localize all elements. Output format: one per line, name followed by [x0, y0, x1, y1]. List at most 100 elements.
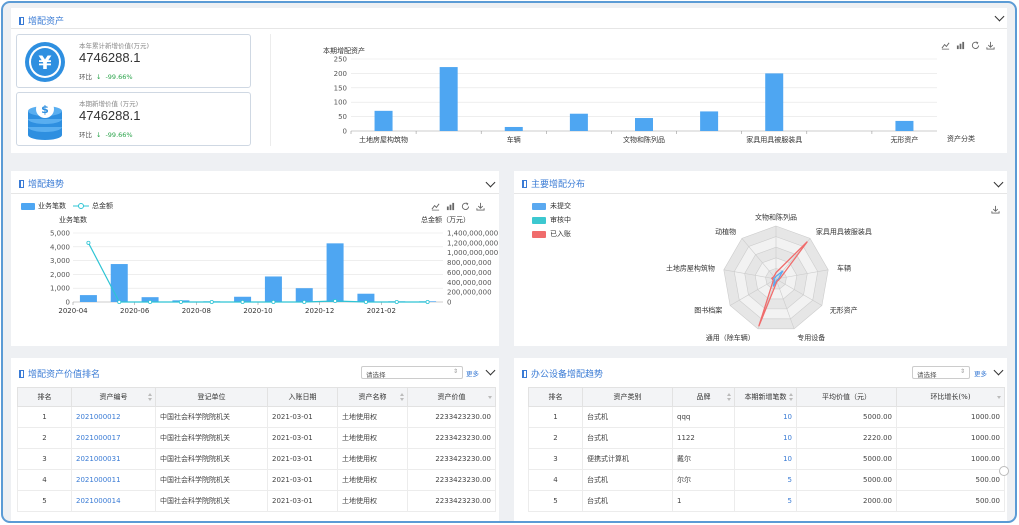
panel-title-text: 增配趋势: [28, 180, 65, 190]
collapse-chevron-icon[interactable]: [993, 177, 1004, 188]
sort-up-icon[interactable]: [789, 393, 793, 396]
left-tick-label: 2,000: [50, 271, 70, 279]
col-header-asset-code[interactable]: 资产编号: [71, 387, 156, 407]
table-row[interactable]: 5 2021000014 中国社会科学院院机关 2021-03-01 土地使用权 2233…: [17, 490, 496, 512]
panel-title: 主要增配分布: [522, 177, 585, 190]
col-header-avg-value[interactable]: 平均价值（元）: [796, 387, 897, 407]
col-header-rank[interactable]: 排名: [528, 387, 583, 407]
table-cell: 2021-03-01: [267, 406, 338, 428]
line-point: [240, 300, 245, 305]
table-row[interactable]: 2 台式机 1122 10 2220.00 1000.00: [528, 427, 1005, 449]
table-cell: 2233423230.00: [407, 448, 496, 470]
table-cell[interactable]: 2021000031: [71, 448, 156, 470]
sort-up-icon[interactable]: [400, 393, 404, 396]
kpi-label: 本年累计新增价值(万元): [79, 42, 150, 50]
radar-axis-label: 土地房屋构筑物: [666, 264, 715, 273]
trend-combo-chart: 业务笔数 总金额（万元） 5,0004,0003,0002,0001,0000 …: [50, 215, 498, 315]
collapse-chevron-icon[interactable]: [485, 365, 496, 376]
collapse-chevron-icon[interactable]: [993, 365, 1004, 376]
table-row[interactable]: 3 便携式计算机 戴尔 10 5000.00 1000.00: [528, 448, 1005, 470]
sort-down-icon[interactable]: [488, 396, 492, 399]
col-header-asset-value[interactable]: 资产价值: [407, 387, 496, 407]
table-cell[interactable]: 2021000017: [71, 427, 156, 449]
table-row[interactable]: 1 台式机 qqq 10 5000.00 1000.00: [528, 406, 1005, 428]
sort-up-icon[interactable]: [727, 393, 731, 396]
x-tick-label: 2020-12: [305, 307, 334, 315]
table-cell: 4: [17, 469, 72, 491]
line-chart-icon[interactable]: [431, 202, 440, 211]
right-axis-title: 总金额（万元）: [421, 215, 470, 224]
more-link[interactable]: 更多: [974, 368, 987, 378]
table-cell: 土地使用权: [337, 469, 408, 491]
svg-text:¥: ¥: [38, 52, 51, 74]
sort-up-icon[interactable]: [148, 393, 152, 396]
table-cell: 1: [672, 490, 735, 512]
table-cell: 5: [734, 490, 797, 512]
table-row[interactable]: 1 2021000012 中国社会科学院院机关 2021-03-01 土地使用权 2233…: [17, 406, 496, 428]
table-row[interactable]: 4 2021000011 中国社会科学院院机关 2021-03-01 土地使用权 2233…: [17, 469, 496, 491]
sort-down-icon[interactable]: [727, 398, 731, 401]
radar-axis-label: 车辆: [837, 264, 851, 273]
legend-bar-item[interactable]: 业务笔数: [21, 201, 66, 211]
select-arrow-icon: ⇕: [959, 368, 965, 375]
col-header-brand[interactable]: 品牌: [672, 387, 735, 407]
table-cell: 2233423230.00: [407, 427, 496, 449]
table-cell[interactable]: 2021000014: [71, 490, 156, 512]
table-cell: 5000.00: [796, 448, 897, 470]
sort-down-icon[interactable]: [400, 398, 404, 401]
kpi-label: 本期新增价值 (万元): [79, 100, 139, 108]
x-tick-label: 2020-04: [58, 307, 88, 315]
table-cell: 500.00: [896, 490, 1005, 512]
bar: [110, 264, 128, 302]
table-cell: 土地使用权: [337, 490, 408, 512]
table-cell: 500.00: [896, 469, 1005, 491]
table-cell: 2233423230.00: [407, 490, 496, 512]
table-cell: 2233423230.00: [407, 469, 496, 491]
collapse-chevron-icon[interactable]: [994, 11, 1005, 22]
bar-chart-icon[interactable]: [446, 202, 455, 211]
down-arrow-icon: ↓: [96, 73, 102, 81]
x-axis-title: 资产分类: [947, 134, 975, 143]
office-table-body: 1 台式机 qqq 10 5000.00 1000.00 2 台式机 1122 10 2220.00…: [528, 406, 1005, 512]
sort-down-icon[interactable]: [997, 396, 1001, 399]
panel-bracket-icon: [19, 369, 24, 378]
header-label: 环比增长(%): [930, 393, 971, 401]
col-header-rank[interactable]: 排名: [17, 387, 72, 407]
table-row[interactable]: 4 台式机 尔尔 5 5000.00 500.00: [528, 469, 1005, 491]
table-cell: 台式机: [582, 406, 673, 428]
col-header-category[interactable]: 资产类别: [582, 387, 673, 407]
col-header-new-count[interactable]: 本期新增笔数: [734, 387, 797, 407]
bar-series: [374, 67, 914, 131]
col-header-date[interactable]: 入账日期: [267, 387, 338, 407]
scroll-handle[interactable]: [999, 466, 1009, 476]
right-tick-labels: 1,400,000,0001,200,000,000 1,000,000,000 8…: [447, 230, 498, 307]
table-row[interactable]: 2 2021000017 中国社会科学院院机关 2021-03-01 土地使用权 2233…: [17, 427, 496, 449]
col-header-asset-name[interactable]: 资产名称: [337, 387, 408, 407]
panel-title: 增配趋势: [19, 177, 64, 190]
bar: [79, 295, 97, 302]
legend-line-item[interactable]: 总金额: [73, 201, 113, 211]
sort-down-icon[interactable]: [148, 398, 152, 401]
table-row[interactable]: 3 2021000031 中国社会科学院院机关 2021-03-01 土地使用权 2233…: [17, 448, 496, 470]
filter-select[interactable]: 请选择 ⇕: [912, 366, 970, 379]
col-header-growth[interactable]: 环比增长(%): [896, 387, 1005, 407]
download-icon[interactable]: [476, 202, 485, 211]
chart-series-label: 本期增配资产: [323, 46, 365, 55]
legend-label: 业务笔数: [38, 202, 66, 210]
sort-down-icon[interactable]: [789, 398, 793, 401]
more-link[interactable]: 更多: [466, 368, 479, 378]
filter-select[interactable]: 请选择 ⇕: [361, 366, 463, 379]
kpi-change: 环比 ↓ -99.66%: [79, 129, 133, 139]
asset-increase-panel: 增配资产 ¥ 本年累计新增价值(万元) 4746288.1 环比 ↓ -99.66%: [11, 8, 1007, 153]
col-header-unit[interactable]: 登记单位: [155, 387, 268, 407]
refresh-icon[interactable]: [461, 202, 470, 211]
table-row[interactable]: 5 台式机 1 5 2000.00 500.00: [528, 490, 1005, 512]
right-tick-label: 1,400,000,000: [447, 230, 498, 238]
table-cell[interactable]: 2021000012: [71, 406, 156, 428]
table-cell: 中国社会科学院院机关: [155, 490, 268, 512]
collapse-chevron-icon[interactable]: [485, 177, 496, 188]
vertical-divider: [270, 34, 271, 146]
x-tick-label: 家具用具被服装具: [746, 135, 802, 144]
table-cell[interactable]: 2021000011: [71, 469, 156, 491]
table-cell: 中国社会科学院院机关: [155, 469, 268, 491]
